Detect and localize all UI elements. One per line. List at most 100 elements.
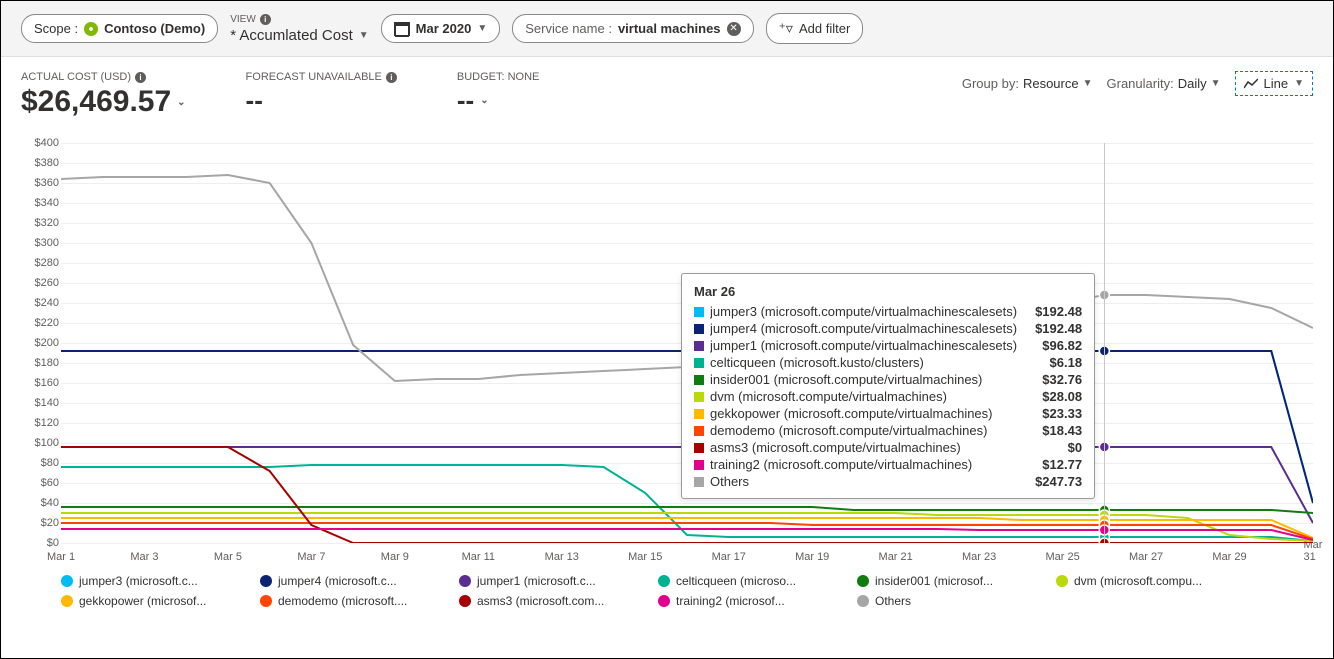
tooltip-label: asms3 (microsoft.compute/virtualmachines…	[710, 440, 1050, 455]
legend-item[interactable]: insider001 (microsof...	[857, 571, 1032, 591]
legend-label: jumper3 (microsoft.c...	[79, 574, 198, 588]
x-tick-label: Mar 25	[1045, 551, 1079, 563]
x-tick-label: Mar 3	[130, 551, 158, 563]
y-tick-label: $160	[21, 377, 59, 389]
legend-item[interactable]: Others	[857, 591, 1032, 611]
tooltip-label: insider001 (microsoft.compute/virtualmac…	[710, 372, 1024, 387]
tooltip-row: insider001 (microsoft.compute/virtualmac…	[694, 371, 1082, 388]
x-tick-label: Mar 9	[381, 551, 409, 563]
info-icon: i	[135, 72, 146, 83]
view-label: VIEW	[230, 14, 256, 25]
filter-icon: ⁺▿	[779, 20, 793, 37]
chart-tooltip: Mar 26 jumper3 (microsoft.compute/virtua…	[681, 273, 1095, 499]
chevron-down-icon: ▼	[1083, 78, 1093, 89]
groupby-value: Resource	[1023, 76, 1079, 91]
tooltip-row: training2 (microsoft.compute/virtualmach…	[694, 456, 1082, 473]
chart-type-value: Line	[1264, 76, 1289, 91]
legend-item[interactable]: demodemo (microsoft....	[260, 591, 435, 611]
actual-cost-block: ACTUAL COST (USD) i $26,469.57 ⌄	[21, 71, 186, 119]
view-value: * Accumlated Cost	[230, 27, 353, 44]
x-tick-label: Mar 15	[628, 551, 662, 563]
tooltip-swatch	[694, 307, 704, 317]
legend-label: jumper1 (microsoft.c...	[477, 574, 596, 588]
legend-swatch	[61, 575, 73, 587]
tooltip-row: asms3 (microsoft.compute/virtualmachines…	[694, 439, 1082, 456]
legend-item[interactable]: gekkopower (microsof...	[61, 591, 236, 611]
add-filter-button[interactable]: ⁺▿ Add filter	[766, 13, 864, 44]
groupby-selector[interactable]: Group by: Resource ▼	[962, 76, 1093, 91]
legend-swatch	[658, 575, 670, 587]
legend-item[interactable]: dvm (microsoft.compu...	[1056, 571, 1231, 591]
tooltip-value: $32.76	[1042, 372, 1082, 387]
tooltip-swatch	[694, 443, 704, 453]
legend-swatch	[1056, 575, 1068, 587]
filter-value: virtual machines	[618, 21, 721, 36]
legend-item[interactable]: training2 (microsof...	[658, 591, 833, 611]
x-tick-label: Mar 19	[795, 551, 829, 563]
x-tick-label: Mar 7	[297, 551, 325, 563]
chart-type-selector[interactable]: Line ▼	[1235, 71, 1313, 96]
tooltip-swatch	[694, 460, 704, 470]
tooltip-label: Others	[710, 474, 1017, 489]
info-icon: i	[260, 14, 271, 25]
granularity-selector[interactable]: Granularity: Daily ▼	[1107, 76, 1221, 91]
legend-item[interactable]: jumper3 (microsoft.c...	[61, 571, 236, 591]
legend-item[interactable]: celticqueen (microso...	[658, 571, 833, 591]
tooltip-title: Mar 26	[694, 284, 1082, 299]
date-range-selector[interactable]: Mar 2020 ▼	[381, 14, 501, 43]
y-tick-label: $140	[21, 397, 59, 409]
legend-item[interactable]: asms3 (microsoft.com...	[459, 591, 634, 611]
granularity-label: Granularity:	[1107, 76, 1174, 91]
chevron-down-icon: ▼	[1211, 78, 1221, 89]
tooltip-row: demodemo (microsoft.compute/virtualmachi…	[694, 422, 1082, 439]
filter-tag[interactable]: Service name : virtual machines ✕	[512, 14, 753, 43]
chart-legend: jumper3 (microsoft.c... jumper4 (microso…	[1, 563, 1333, 623]
y-tick-label: $260	[21, 277, 59, 289]
legend-swatch	[857, 595, 869, 607]
tooltip-label: jumper4 (microsoft.compute/virtualmachin…	[710, 321, 1017, 336]
chart-highlight-line	[1104, 143, 1105, 543]
y-tick-label: $320	[21, 217, 59, 229]
legend-swatch	[260, 575, 272, 587]
x-tick-label: Mar 23	[962, 551, 996, 563]
y-tick-label: $280	[21, 257, 59, 269]
chevron-down-icon[interactable]: ⌄	[177, 97, 185, 108]
y-tick-label: $20	[21, 517, 59, 529]
tooltip-label: celticqueen (microsoft.kusto/clusters)	[710, 355, 1032, 370]
tooltip-label: demodemo (microsoft.compute/virtualmachi…	[710, 423, 1024, 438]
y-tick-label: $80	[21, 457, 59, 469]
groupby-label: Group by:	[962, 76, 1019, 91]
view-selector[interactable]: VIEW i * Accumlated Cost ▼	[230, 14, 368, 44]
stats-row: ACTUAL COST (USD) i $26,469.57 ⌄ FORECAS…	[1, 57, 1333, 123]
legend-item[interactable]: jumper1 (microsoft.c...	[459, 571, 634, 591]
tooltip-row: jumper3 (microsoft.compute/virtualmachin…	[694, 303, 1082, 320]
tooltip-value: $28.08	[1042, 389, 1082, 404]
tooltip-value: $192.48	[1035, 304, 1082, 319]
tooltip-label: training2 (microsoft.compute/virtualmach…	[710, 457, 1024, 472]
legend-item[interactable]: jumper4 (microsoft.c...	[260, 571, 435, 591]
chart-controls: Group by: Resource ▼ Granularity: Daily …	[962, 71, 1313, 96]
tooltip-row: Others $247.73	[694, 473, 1082, 490]
tooltip-row: gekkopower (microsoft.compute/virtualmac…	[694, 405, 1082, 422]
budget-block: BUDGET: NONE -- ⌄	[457, 71, 540, 116]
x-tick-label: Mar 29	[1212, 551, 1246, 563]
scope-selector[interactable]: Scope : Contoso (Demo)	[21, 14, 218, 43]
info-icon: i	[386, 72, 397, 83]
tooltip-label: jumper1 (microsoft.compute/virtualmachin…	[710, 338, 1024, 353]
legend-label: asms3 (microsoft.com...	[477, 594, 604, 608]
budget-value: --	[457, 85, 474, 116]
chevron-down-icon[interactable]: ⌄	[480, 95, 488, 106]
tooltip-value: $12.77	[1042, 457, 1082, 472]
legend-label: insider001 (microsof...	[875, 574, 993, 588]
actual-cost-label: ACTUAL COST (USD)	[21, 71, 131, 83]
chart[interactable]: $0$20$40$60$80$100$120$140$160$180$200$2…	[21, 143, 1313, 563]
tooltip-swatch	[694, 341, 704, 351]
tooltip-swatch	[694, 426, 704, 436]
tooltip-row: dvm (microsoft.compute/virtualmachines) …	[694, 388, 1082, 405]
tooltip-swatch	[694, 324, 704, 334]
forecast-value: --	[246, 85, 397, 116]
y-tick-label: $380	[21, 157, 59, 169]
close-icon[interactable]: ✕	[727, 22, 741, 36]
forecast-label: FORECAST UNAVAILABLE	[246, 71, 382, 83]
x-tick-label: Mar 17	[712, 551, 746, 563]
